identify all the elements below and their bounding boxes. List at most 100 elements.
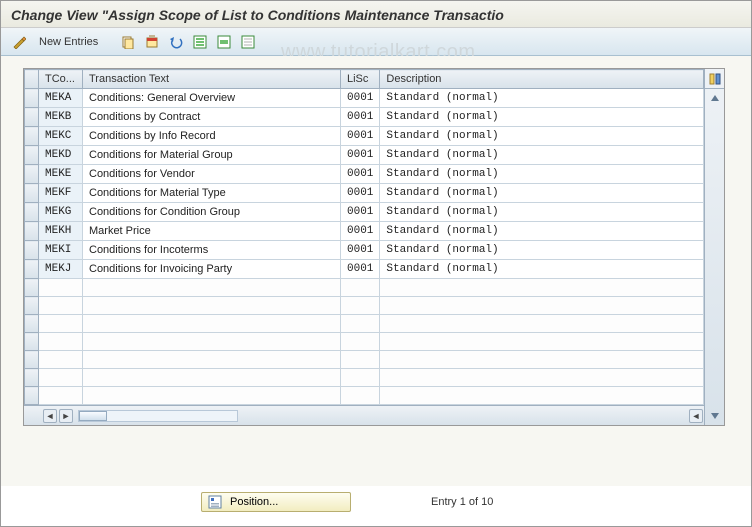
table-row[interactable]: MEKGConditions for Condition Group0001St… <box>25 203 704 222</box>
row-selector[interactable] <box>25 369 39 387</box>
cell-lisc[interactable]: 0001 <box>341 203 380 222</box>
new-entries-button[interactable]: New Entries <box>33 34 104 50</box>
undo-icon[interactable] <box>166 32 186 52</box>
cell-lisc[interactable]: 0001 <box>341 165 380 184</box>
select-all-icon[interactable] <box>190 32 210 52</box>
cell-empty[interactable] <box>341 315 380 333</box>
row-selector[interactable] <box>25 387 39 405</box>
vertical-scrollbar[interactable] <box>704 69 724 425</box>
table-row[interactable]: MEKIConditions for Incoterms0001Standard… <box>25 241 704 260</box>
cell-empty[interactable] <box>39 369 83 387</box>
cell-empty[interactable] <box>380 351 704 369</box>
cell-empty[interactable] <box>380 279 704 297</box>
cell-tcode[interactable]: MEKC <box>39 127 83 146</box>
table-row[interactable]: MEKDConditions for Material Group0001Sta… <box>25 146 704 165</box>
scroll-left-icon[interactable]: ◄ <box>43 409 57 423</box>
cell-lisc[interactable]: 0001 <box>341 222 380 241</box>
cell-description[interactable]: Standard (normal) <box>380 89 704 108</box>
cell-empty[interactable] <box>341 369 380 387</box>
cell-lisc[interactable]: 0001 <box>341 241 380 260</box>
cell-empty[interactable] <box>39 315 83 333</box>
cell-tcode[interactable]: MEKF <box>39 184 83 203</box>
col-transaction-text[interactable]: Transaction Text <box>83 70 341 89</box>
table-row[interactable]: MEKHMarket Price0001Standard (normal) <box>25 222 704 241</box>
cell-empty[interactable] <box>380 333 704 351</box>
row-selector[interactable] <box>25 333 39 351</box>
delete-icon[interactable] <box>142 32 162 52</box>
cell-empty[interactable] <box>380 315 704 333</box>
table-row[interactable]: MEKBConditions by Contract0001Standard (… <box>25 108 704 127</box>
row-selector[interactable] <box>25 89 39 108</box>
cell-tcode[interactable]: MEKB <box>39 108 83 127</box>
row-selector[interactable] <box>25 297 39 315</box>
col-lisc[interactable]: LiSc <box>341 70 380 89</box>
row-selector[interactable] <box>25 222 39 241</box>
cell-tcode[interactable]: MEKE <box>39 165 83 184</box>
row-selector[interactable] <box>25 165 39 184</box>
cell-transaction-text[interactable]: Conditions for Material Type <box>83 184 341 203</box>
cell-empty[interactable] <box>341 387 380 405</box>
table-row[interactable]: MEKCConditions by Info Record0001Standar… <box>25 127 704 146</box>
row-selector[interactable] <box>25 241 39 260</box>
cell-empty[interactable] <box>83 387 341 405</box>
col-tcode[interactable]: TCo... <box>39 70 83 89</box>
row-selector[interactable] <box>25 127 39 146</box>
cell-description[interactable]: Standard (normal) <box>380 108 704 127</box>
cell-empty[interactable] <box>341 297 380 315</box>
cell-tcode[interactable]: MEKD <box>39 146 83 165</box>
copy-icon[interactable] <box>118 32 138 52</box>
cell-empty[interactable] <box>380 297 704 315</box>
cell-empty[interactable] <box>341 279 380 297</box>
cell-description[interactable]: Standard (normal) <box>380 241 704 260</box>
cell-description[interactable]: Standard (normal) <box>380 146 704 165</box>
cell-lisc[interactable]: 0001 <box>341 108 380 127</box>
cell-tcode[interactable]: MEKH <box>39 222 83 241</box>
cell-empty[interactable] <box>83 369 341 387</box>
table-row[interactable]: MEKAConditions: General Overview0001Stan… <box>25 89 704 108</box>
cell-empty[interactable] <box>83 351 341 369</box>
scroll-track[interactable] <box>78 410 238 422</box>
table-row[interactable]: MEKFConditions for Material Type0001Stan… <box>25 184 704 203</box>
table-row[interactable]: MEKEConditions for Vendor0001Standard (n… <box>25 165 704 184</box>
cell-transaction-text[interactable]: Conditions by Info Record <box>83 127 341 146</box>
col-row-selector[interactable] <box>25 70 39 89</box>
cell-tcode[interactable]: MEKJ <box>39 260 83 279</box>
table-row[interactable]: MEKJConditions for Invoicing Party0001St… <box>25 260 704 279</box>
horizontal-scrollbar[interactable]: ◄ ► ◄ ► <box>24 405 724 425</box>
deselect-all-icon[interactable] <box>238 32 258 52</box>
row-selector[interactable] <box>25 203 39 222</box>
cell-empty[interactable] <box>380 387 704 405</box>
cell-tcode[interactable]: MEKI <box>39 241 83 260</box>
scroll-thumb[interactable] <box>79 411 107 421</box>
cell-empty[interactable] <box>39 333 83 351</box>
cell-lisc[interactable]: 0001 <box>341 127 380 146</box>
cell-empty[interactable] <box>83 297 341 315</box>
cell-description[interactable]: Standard (normal) <box>380 184 704 203</box>
cell-transaction-text[interactable]: Market Price <box>83 222 341 241</box>
cell-empty[interactable] <box>39 297 83 315</box>
scroll-down-icon[interactable] <box>705 407 724 425</box>
cell-empty[interactable] <box>83 279 341 297</box>
cell-empty[interactable] <box>83 333 341 351</box>
col-description[interactable]: Description <box>380 70 704 89</box>
cell-empty[interactable] <box>341 351 380 369</box>
cell-description[interactable]: Standard (normal) <box>380 127 704 146</box>
cell-transaction-text[interactable]: Conditions by Contract <box>83 108 341 127</box>
cell-empty[interactable] <box>39 351 83 369</box>
cell-empty[interactable] <box>39 387 83 405</box>
cell-transaction-text[interactable]: Conditions for Incoterms <box>83 241 341 260</box>
cell-lisc[interactable]: 0001 <box>341 89 380 108</box>
select-block-icon[interactable] <box>214 32 234 52</box>
row-selector[interactable] <box>25 108 39 127</box>
cell-lisc[interactable]: 0001 <box>341 260 380 279</box>
cell-empty[interactable] <box>39 279 83 297</box>
row-selector[interactable] <box>25 351 39 369</box>
position-button[interactable]: Position... <box>201 492 351 512</box>
cell-description[interactable]: Standard (normal) <box>380 260 704 279</box>
scroll-up-icon[interactable] <box>705 89 724 107</box>
cell-empty[interactable] <box>380 369 704 387</box>
row-selector[interactable] <box>25 279 39 297</box>
row-selector[interactable] <box>25 260 39 279</box>
cell-lisc[interactable]: 0001 <box>341 184 380 203</box>
cell-tcode[interactable]: MEKA <box>39 89 83 108</box>
